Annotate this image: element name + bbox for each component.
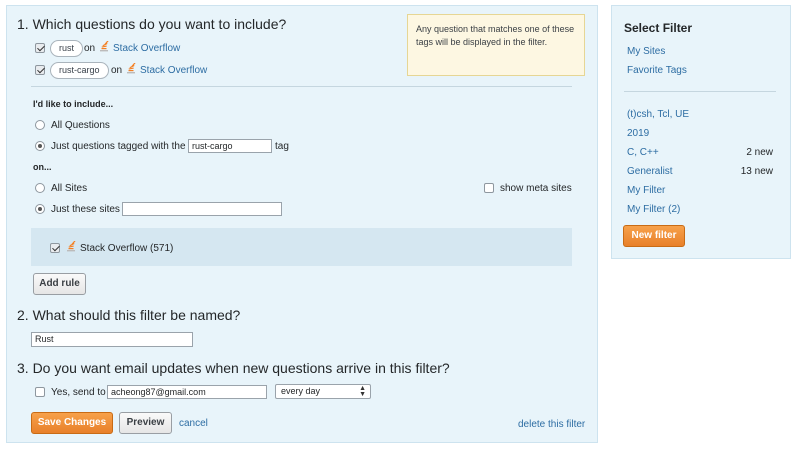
add-rule-button[interactable]: Add rule [33, 273, 86, 295]
show-meta-checkbox[interactable] [484, 183, 494, 193]
new-filter-button[interactable]: New filter [623, 225, 685, 247]
stack-overflow-icon [100, 41, 109, 52]
filter-name-input[interactable]: Rust [31, 332, 193, 347]
tagged-questions-label: Just questions tagged with the [51, 141, 186, 152]
rule-1-tag-label: rust [59, 43, 75, 53]
cancel-link[interactable]: cancel [179, 418, 208, 430]
sidebar-filter-item[interactable]: My Filter (2) [627, 204, 680, 215]
sidebar-filter-item[interactable]: 2019 [627, 128, 649, 139]
tag-suffix-label: tag [275, 141, 289, 152]
email-input[interactable]: acheong87@gmail.com [107, 385, 267, 399]
all-questions-radio[interactable] [35, 120, 45, 130]
site-stack-overflow-checkbox[interactable] [50, 243, 60, 253]
delete-filter-link[interactable]: delete this filter [518, 419, 585, 431]
tagged-questions-radio[interactable] [35, 141, 45, 151]
section3-heading: 3. Do you want email updates when new qu… [17, 360, 450, 376]
rule-2-on: on [111, 65, 123, 76]
sidebar-divider [624, 91, 776, 92]
sidebar-favorite-tags-link[interactable]: Favorite Tags [627, 65, 687, 76]
frequency-select[interactable]: every day ▲ ▼ [275, 384, 371, 399]
rule-2-tag-label: rust-cargo [59, 65, 100, 75]
stack-overflow-icon [127, 63, 136, 74]
filter-editor-panel: 1. Which questions do you want to includ… [6, 5, 598, 443]
rule-1-tag[interactable]: rust [50, 40, 84, 57]
save-changes-button[interactable]: Save Changes [31, 412, 113, 434]
all-sites-label: All Sites [51, 183, 88, 194]
site-stack-overflow-label: Stack Overflow (571) [80, 243, 174, 254]
all-questions-label: All Questions [51, 120, 110, 131]
sidebar-filter-count: 13 new [740, 166, 773, 177]
email-updates-checkbox[interactable] [35, 387, 45, 397]
rule-2-checkbox[interactable] [35, 65, 45, 75]
include-label: I'd like to include... [33, 99, 114, 109]
sidebar-filter-item[interactable]: (t)csh, Tcl, UE [627, 109, 689, 120]
sidebar-title: Select Filter [624, 21, 693, 35]
rule-2-site-link[interactable]: Stack Overflow [140, 65, 207, 77]
show-meta-label: show meta sites [500, 183, 572, 194]
tagged-with-input[interactable]: rust-cargo [188, 139, 272, 153]
rule-2-tag[interactable]: rust-cargo [50, 62, 109, 79]
rule-1-checkbox[interactable] [35, 43, 45, 53]
sidebar-filter-item[interactable]: My Filter [627, 185, 665, 196]
all-sites-radio[interactable] [35, 183, 45, 193]
stack-overflow-icon [67, 241, 76, 252]
tag-match-note-text: Any question that matches one of these t… [416, 24, 575, 47]
selected-sites-box: Stack Overflow (571) [31, 228, 572, 266]
section1-heading: 1. Which questions do you want to includ… [17, 16, 287, 32]
on-label: on... [33, 162, 52, 172]
just-these-sites-radio[interactable] [35, 204, 45, 214]
frequency-select-value: every day [281, 386, 321, 396]
just-these-sites-label: Just these sites [51, 204, 120, 215]
sidebar-my-sites-link[interactable]: My Sites [627, 46, 665, 57]
rule-1-on: on [84, 43, 96, 54]
sidebar-filter-item[interactable]: C, C++ [627, 147, 659, 158]
select-arrows-icon: ▲ ▼ [359, 385, 366, 398]
select-filter-sidebar: Select Filter My Sites Favorite Tags (t)… [611, 5, 791, 259]
preview-button[interactable]: Preview [119, 412, 172, 434]
sites-input[interactable] [122, 202, 282, 216]
send-to-label: Yes, send to [51, 387, 106, 398]
section2-heading: 2. What should this filter be named? [17, 307, 241, 323]
sidebar-filter-count: 2 new [746, 147, 773, 158]
rule-1-site-link[interactable]: Stack Overflow [113, 43, 180, 55]
rule-divider [31, 86, 572, 87]
sidebar-filter-item[interactable]: Generalist [627, 166, 673, 177]
tag-match-note: Any question that matches one of these t… [407, 14, 585, 76]
